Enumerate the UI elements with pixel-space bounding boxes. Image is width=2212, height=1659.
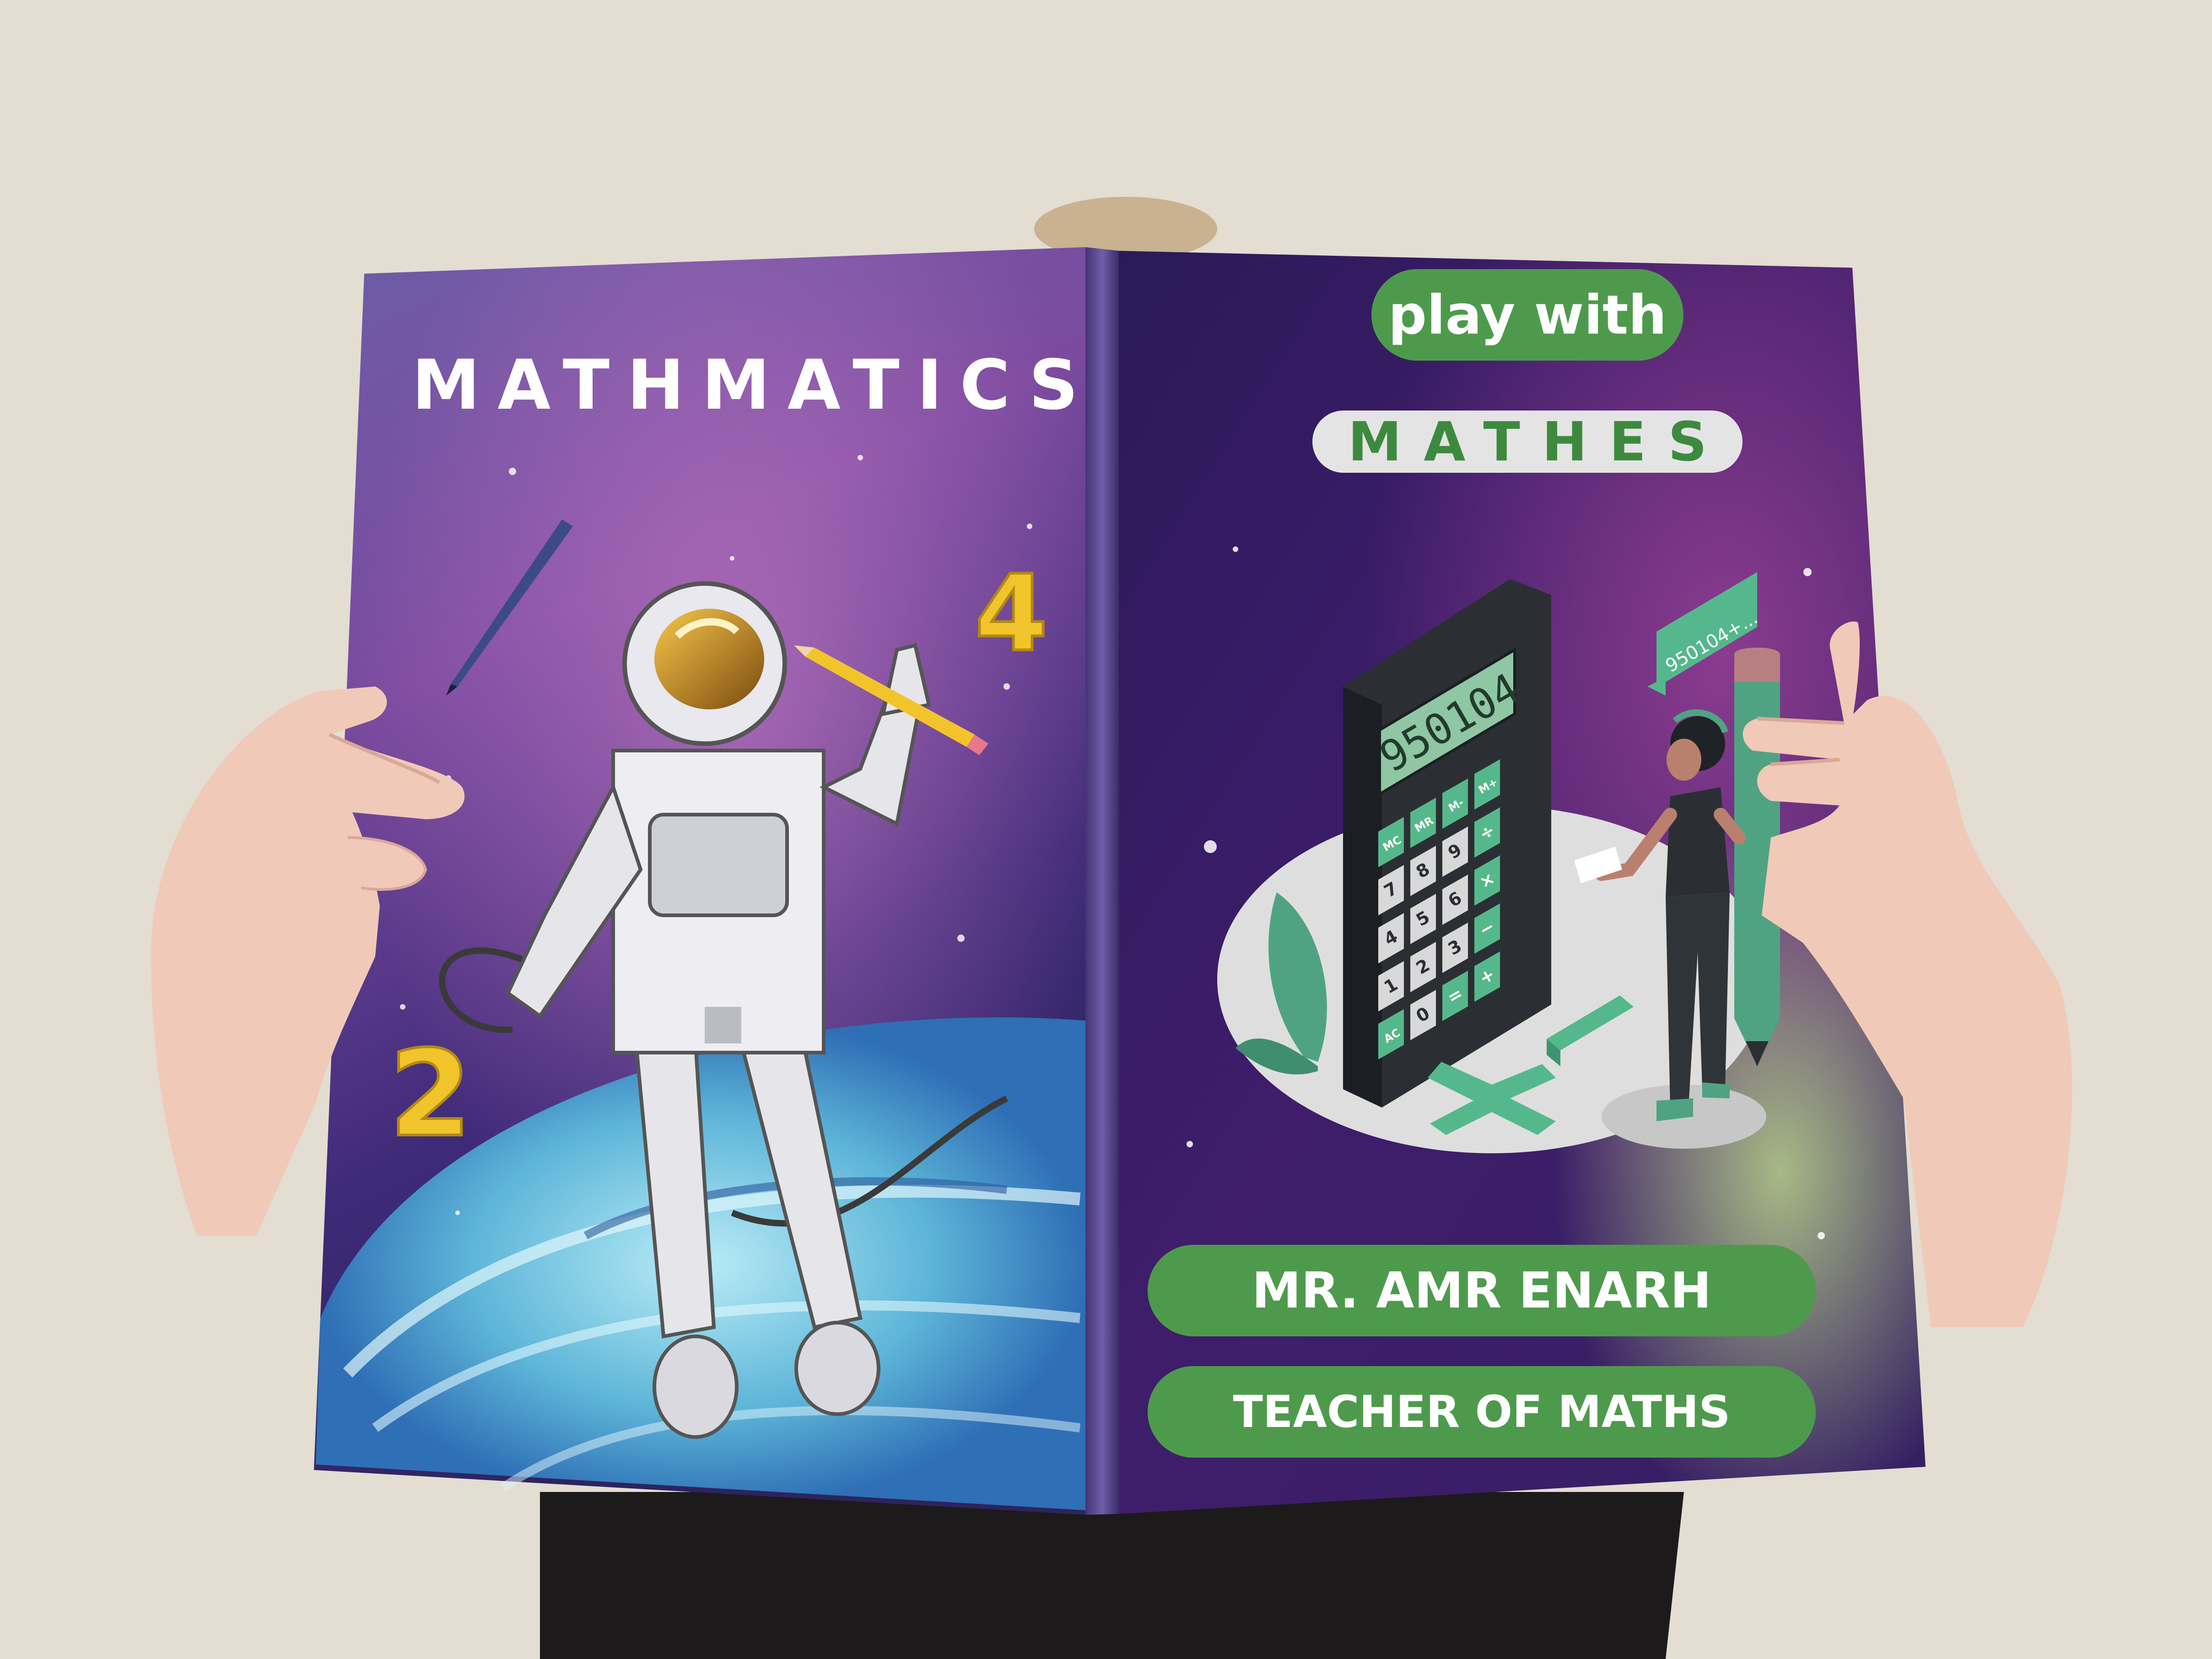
book-scene: 4 2 950104 M+M-MRMC÷987×654−321+=0AC [0, 0, 2212, 1659]
back-cover-title: MATHMATICS [412, 346, 1096, 425]
book-spine [1085, 247, 1119, 1515]
number-two: 2 [389, 1025, 472, 1163]
author-name: MR. AMR ENARH [1148, 1245, 1816, 1336]
author-role: TEACHER OF MATHS [1148, 1366, 1816, 1458]
number-four: 4 [975, 553, 1048, 675]
front-cover-title: MATHES [1312, 410, 1743, 473]
tagline-pill: play with [1371, 269, 1683, 361]
shirt [540, 1492, 1684, 1659]
